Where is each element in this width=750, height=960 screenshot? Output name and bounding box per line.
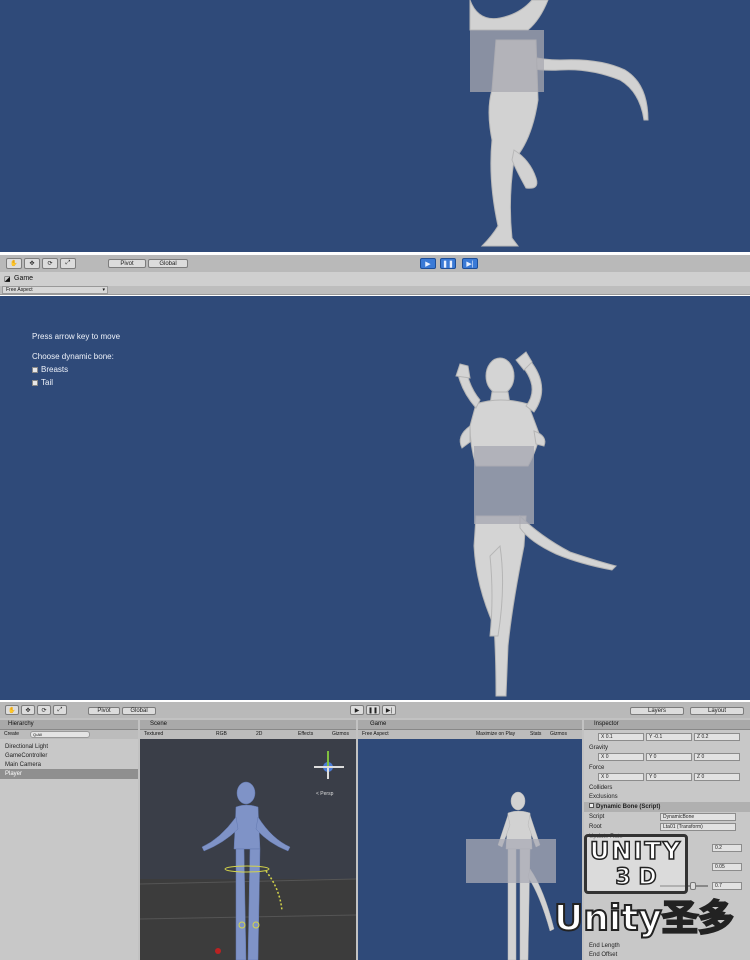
watermark-line2: 3 D [615, 864, 658, 891]
blur-patch-large [474, 446, 534, 524]
editor-game-tab[interactable]: Game [370, 721, 386, 727]
component-checkbox[interactable] [589, 803, 594, 808]
force-label: Force [589, 765, 605, 771]
mode-2d-toggle[interactable]: 2D [256, 731, 262, 737]
top-game-viewport [0, 0, 750, 252]
script-field[interactable]: DynamicBone [660, 813, 736, 821]
blur-patch [470, 30, 544, 92]
global-button[interactable]: Global [148, 259, 188, 268]
vec-field[interactable]: Z 0.2 [694, 733, 740, 741]
move-tool-button[interactable]: ✥ [24, 258, 40, 269]
game-tab-bar: ◪ Game [0, 272, 750, 286]
game-tab-icon: ◪ [4, 276, 11, 283]
shading-dropdown[interactable]: Textured [144, 731, 163, 737]
hierarchy-tab-bar: Hierarchy [0, 720, 138, 730]
global-label: Global [130, 708, 148, 714]
value-field[interactable]: 0.05 [712, 863, 742, 871]
vec-field[interactable]: X 0.1 [598, 733, 644, 741]
hand-tool-button[interactable]: ✋ [5, 705, 19, 715]
character-figure-large [455, 351, 617, 697]
blur-patch-small [466, 839, 556, 883]
hierarchy-toolbar: Create Q•All [0, 730, 138, 739]
component-title: Dynamic Bone (Script) [596, 804, 661, 810]
value-field[interactable]: 0.7 [712, 882, 742, 890]
vec-field[interactable]: Y 0 [646, 753, 692, 761]
chevron-down-icon: ▾ [102, 287, 105, 293]
watermark-logo: UNITY 3 D [584, 834, 688, 894]
play-button[interactable]: ▶ [420, 258, 436, 269]
inspector-tab[interactable]: Inspector [594, 721, 619, 727]
vec-field[interactable]: Z 0 [694, 753, 740, 761]
vec-field[interactable]: X 0 [598, 773, 644, 781]
scene-tab-bar: Scene [140, 720, 356, 730]
editor-aspect-dropdown[interactable]: Free Aspect [362, 731, 389, 737]
scene-tab[interactable]: Scene [150, 721, 167, 727]
vec-field[interactable]: X 0 [598, 753, 644, 761]
persp-label: < Persp [316, 791, 334, 797]
pivot-label: Pivot [120, 260, 134, 267]
scene-toolbar: Textured RGB 2D Effects Gizmos [140, 730, 356, 739]
pivot-button[interactable]: Pivot [88, 707, 120, 715]
hierarchy-tab[interactable]: Hierarchy [8, 721, 34, 727]
scene-gizmos-dropdown[interactable]: Gizmos [332, 731, 349, 737]
hierarchy-search-input[interactable]: Q•All [30, 731, 90, 738]
editor-toolbar: ✋ ✥ ⟳ ⤢ Pivot Global ▶ ❚❚ ▶| Layers Layo… [0, 702, 750, 718]
value-field[interactable]: 0.2 [712, 844, 742, 852]
scene-view: < Persp [140, 739, 356, 960]
aspect-label: Free Aspect [6, 287, 33, 293]
scale-tool-button[interactable]: ⤢ [53, 705, 67, 715]
vec-field[interactable]: Y -0.1 [646, 733, 692, 741]
step-button[interactable]: ▶| [382, 705, 396, 715]
character-figure [469, 0, 649, 247]
watermark-line1: UNITY [589, 836, 683, 866]
root-field[interactable]: Lta01 (Transform) [660, 823, 736, 831]
layers-dropdown[interactable]: Layers [630, 707, 684, 715]
hierarchy-panel: Hierarchy Create Q•All Directional Light… [0, 720, 138, 960]
editor-game-toolbar: Free Aspect Maximize on Play Stats Gizmo… [358, 730, 582, 739]
component-header[interactable]: Dynamic Bone (Script) [584, 802, 750, 812]
create-button[interactable]: Create [4, 731, 19, 737]
effects-dropdown[interactable]: Effects [298, 731, 313, 737]
watermark-text: Unity圣多 [553, 897, 735, 940]
pivot-label: Pivot [97, 708, 111, 714]
scene-panel: Scene Textured RGB 2D Effects Gizmos < P… [140, 720, 356, 960]
pause-button[interactable]: ❚❚ [366, 705, 380, 715]
vec-field[interactable]: Y 0 [646, 773, 692, 781]
scale-tool-button[interactable]: ⤢ [60, 258, 76, 269]
game-options-bar: Free Aspect ▾ [0, 286, 750, 295]
global-label: Global [159, 260, 177, 267]
editor-game-panel: Game Free Aspect Maximize on Play Stats … [358, 720, 582, 960]
main-game-viewport: Press arrow key to move Choose dynamic b… [0, 296, 750, 700]
hierarchy-item-selected[interactable]: Player [0, 769, 138, 779]
layout-dropdown[interactable]: Layout [690, 707, 744, 715]
aspect-dropdown[interactable]: Free Aspect ▾ [2, 286, 108, 294]
rotate-tool-button[interactable]: ⟳ [37, 705, 51, 715]
stats-toggle[interactable]: Stats [530, 731, 541, 737]
slider-handle[interactable] [690, 882, 696, 890]
pause-button[interactable]: ❚❚ [440, 258, 456, 269]
exclusions-foldout[interactable]: Exclusions [584, 792, 750, 802]
small-character-figure [466, 791, 556, 960]
game-tab[interactable]: Game [14, 275, 33, 282]
gravity-label: Gravity [589, 745, 609, 751]
pivot-button[interactable]: Pivot [108, 259, 146, 268]
editor-game-tab-bar: Game [358, 720, 582, 730]
end-offset-label: End Offset [589, 952, 618, 958]
top-toolbar: ✋ ✥ ⟳ ⤢ Pivot Global ▶ ❚❚ ▶| [0, 255, 750, 272]
layers-label: Layers [647, 708, 666, 714]
step-button[interactable]: ▶| [462, 258, 478, 269]
hand-tool-button[interactable]: ✋ [6, 258, 22, 269]
layout-label: Layout [707, 708, 726, 714]
maximize-on-play-toggle[interactable]: Maximize on Play [476, 731, 515, 737]
rgb-dropdown[interactable]: RGB [216, 731, 227, 737]
inspector-tab-bar: Inspector [584, 720, 750, 730]
game-gizmos-dropdown[interactable]: Gizmos [550, 731, 567, 737]
move-tool-button[interactable]: ✥ [21, 705, 35, 715]
play-button[interactable]: ▶ [350, 705, 364, 715]
global-button[interactable]: Global [122, 707, 156, 715]
vec-field[interactable]: Z 0 [694, 773, 740, 781]
rotate-tool-button[interactable]: ⟳ [42, 258, 58, 269]
